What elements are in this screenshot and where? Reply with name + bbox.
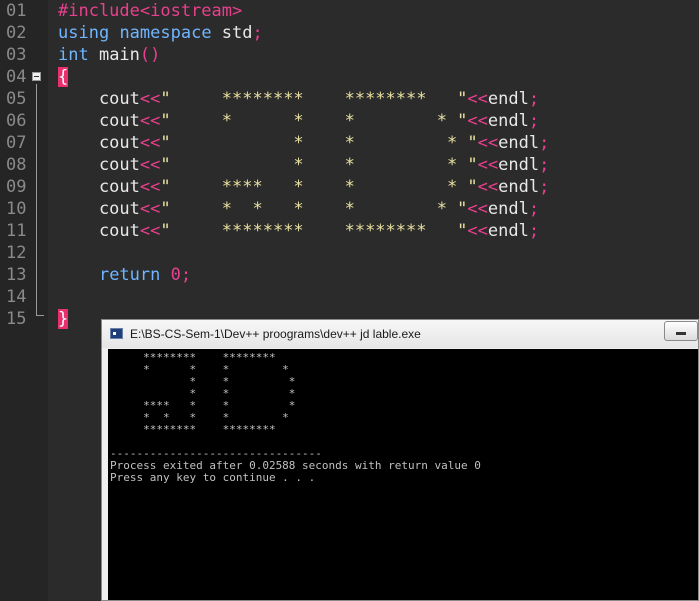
- code-text[interactable]: }: [58, 308, 69, 330]
- line-number: 05: [6, 89, 27, 109]
- line-number: 06: [6, 111, 27, 131]
- console-app-icon: [110, 328, 123, 339]
- code-text[interactable]: int main(): [58, 44, 160, 66]
- line-number: 01: [6, 1, 27, 21]
- code-text[interactable]: #include<iostream>: [58, 0, 242, 22]
- code-text[interactable]: cout<<" * * * * * "<<endl;: [58, 198, 539, 220]
- code-text[interactable]: cout<<" **** * * * "<<endl;: [58, 176, 549, 198]
- line-number: 02: [6, 23, 27, 43]
- code-text[interactable]: return 0;: [58, 264, 191, 286]
- line-number: 13: [6, 265, 27, 285]
- line-number: 08: [6, 155, 27, 175]
- line-number: 10: [6, 199, 27, 219]
- line-number: 14: [6, 287, 27, 307]
- code-text[interactable]: {: [58, 66, 69, 88]
- console-output[interactable]: ******** ******** * * * * * * * * * * **…: [108, 349, 698, 600]
- console-titlebar[interactable]: E:\BS-CS-Sem-1\Dev++ proograms\dev++ jd …: [102, 320, 698, 348]
- code-text[interactable]: cout<<" * * * "<<endl;: [58, 132, 549, 154]
- code-text[interactable]: cout<<" ******** ******** "<<endl;: [58, 220, 539, 242]
- fold-guide-end: [36, 315, 44, 316]
- line-number: 11: [6, 221, 27, 241]
- line-number: 12: [6, 243, 27, 263]
- code-text[interactable]: cout<<" * * * * "<<endl;: [58, 110, 539, 132]
- line-number: 07: [6, 133, 27, 153]
- code-text[interactable]: using namespace std;: [58, 22, 263, 44]
- line-number: 15: [6, 309, 27, 329]
- minimize-button[interactable]: [664, 321, 698, 341]
- console-output-line: ******** ********: [110, 423, 276, 436]
- console-output-line: Press any key to continue . . .: [110, 471, 316, 484]
- console-title: E:\BS-CS-Sem-1\Dev++ proograms\dev++ jd …: [130, 327, 421, 341]
- console-window[interactable]: E:\BS-CS-Sem-1\Dev++ proograms\dev++ jd …: [101, 319, 699, 601]
- fold-guide-line: [36, 84, 37, 315]
- line-number: 03: [6, 45, 27, 65]
- line-number: 09: [6, 177, 27, 197]
- code-text[interactable]: cout<<" * * * "<<endl;: [58, 154, 549, 176]
- fold-collapse-icon[interactable]: [32, 72, 41, 81]
- code-text[interactable]: cout<<" ******** ******** "<<endl;: [58, 88, 539, 110]
